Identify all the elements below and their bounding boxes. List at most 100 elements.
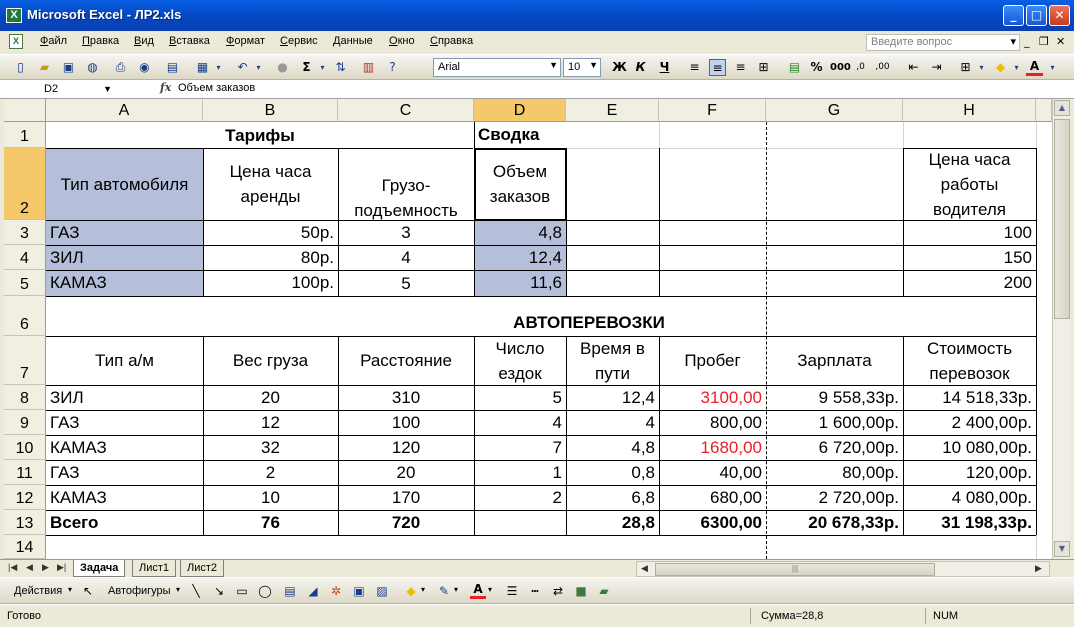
currency-icon[interactable]: ▤ <box>786 59 803 76</box>
cell-e11[interactable]: 0,8 <box>566 460 659 485</box>
fill-color-icon[interactable]: ◆ <box>992 59 1009 76</box>
menu-window[interactable]: Окно <box>389 35 415 47</box>
cell-a1-tariffs[interactable]: Тарифы <box>46 122 474 148</box>
scroll-right-icon[interactable]: ▶ <box>1035 563 1042 574</box>
cell-g12[interactable]: 2 720,00р. <box>766 485 903 510</box>
row-header-6[interactable]: 6 <box>4 296 46 336</box>
worksheet-grid[interactable]: A B C D E F G H 1 2 3 4 5 6 7 8 9 10 11 … <box>4 99 1052 559</box>
menu-help[interactable]: Справка <box>430 35 473 47</box>
cell-b7[interactable]: Вес груза <box>203 336 338 385</box>
tab-next-icon[interactable]: ▶ <box>42 562 49 573</box>
col-header-i[interactable] <box>1036 99 1052 122</box>
textbox-icon[interactable]: ▤ <box>282 583 298 599</box>
sort-ascending-icon[interactable]: ⇅ <box>332 59 349 76</box>
cell-b9[interactable]: 12 <box>203 410 338 435</box>
tab-first-icon[interactable]: |◀ <box>8 562 17 573</box>
dash-style-icon[interactable]: ┅ <box>527 583 543 599</box>
cell-f10[interactable]: 1680,00 <box>659 435 766 460</box>
name-box-dropdown-icon[interactable]: ▼ <box>103 81 112 97</box>
cell-b2[interactable]: Цена часа аренды <box>203 148 338 220</box>
percent-icon[interactable]: % <box>808 59 825 76</box>
increase-indent-icon[interactable]: ⇥ <box>928 59 945 76</box>
align-center-icon[interactable]: ≡ <box>709 59 726 76</box>
align-right-icon[interactable]: ≡ <box>732 59 749 76</box>
font-size-select[interactable]: 10 ▼ <box>563 58 601 77</box>
cell-g8[interactable]: 9 558,33р. <box>766 385 903 410</box>
draw-fill-color-icon[interactable]: ◆ <box>403 583 419 599</box>
line-color-dropdown-icon[interactable]: ▾ <box>454 585 458 594</box>
close-button[interactable]: ✕ <box>1049 5 1070 26</box>
cell-h11[interactable]: 120,00р. <box>903 460 1036 485</box>
paste-dropdown-icon[interactable]: ▾ <box>210 59 227 76</box>
minimize-button[interactable]: _ <box>1003 5 1024 26</box>
cell-g13[interactable]: 20 678,33р. <box>766 510 903 535</box>
formula-input[interactable]: Объем заказов <box>178 82 255 94</box>
font-size-dropdown-icon[interactable]: ▼ <box>589 60 598 70</box>
row-header-10[interactable]: 10 <box>4 435 46 460</box>
row-header-9[interactable]: 9 <box>4 410 46 435</box>
comma-style-icon[interactable]: 000 <box>830 59 851 76</box>
save-icon[interactable]: ▣ <box>60 59 77 76</box>
menu-edit[interactable]: Правка <box>82 35 119 47</box>
cell-a5[interactable]: КАМАЗ <box>46 270 203 296</box>
autosum-icon[interactable]: Σ <box>298 59 315 76</box>
italic-button[interactable]: К <box>632 59 649 76</box>
fill-color-dropdown-icon[interactable]: ▾ <box>1008 59 1025 76</box>
cell-d5[interactable]: 11,6 <box>474 270 566 296</box>
oval-icon[interactable]: ◯ <box>257 583 273 599</box>
cell-h12[interactable]: 4 080,00р. <box>903 485 1036 510</box>
cell-d10[interactable]: 7 <box>474 435 566 460</box>
hyperlink-icon[interactable]: ● <box>274 59 291 76</box>
decrease-indent-icon[interactable]: ⇤ <box>905 59 922 76</box>
insert-function-icon[interactable]: fx <box>160 81 171 94</box>
shadow-style-icon[interactable]: ■ <box>573 583 589 599</box>
font-color-dropdown-icon[interactable]: ▾ <box>1044 59 1061 76</box>
cell-e13[interactable]: 28,8 <box>566 510 659 535</box>
row-header-3[interactable]: 3 <box>4 220 46 245</box>
actions-menu[interactable]: Действия <box>14 585 62 597</box>
font-name-dropdown-icon[interactable]: ▼ <box>549 60 558 70</box>
paste-icon[interactable]: ▦ <box>194 59 211 76</box>
cell-f7[interactable]: Пробег <box>659 336 766 385</box>
cell-a10[interactable]: КАМАЗ <box>46 435 203 460</box>
cell-g11[interactable]: 80,00р. <box>766 460 903 485</box>
borders-dropdown-icon[interactable]: ▾ <box>973 59 990 76</box>
cell-e12[interactable]: 6,8 <box>566 485 659 510</box>
vertical-scroll-thumb[interactable] <box>1054 119 1070 319</box>
cell-f13[interactable]: 6300,00 <box>659 510 766 535</box>
col-header-g[interactable]: G <box>766 99 903 122</box>
undo-dropdown-icon[interactable]: ▾ <box>250 59 267 76</box>
cell-c7[interactable]: Расстояние <box>338 336 474 385</box>
vertical-scrollbar[interactable]: ▲ ▼ <box>1052 99 1070 559</box>
excel-app-icon[interactable]: X <box>6 8 22 23</box>
cell-h2[interactable]: Цена часа работы водителя <box>903 148 1036 220</box>
col-header-a[interactable]: A <box>46 99 203 122</box>
cell-c12[interactable]: 170 <box>338 485 474 510</box>
underline-button[interactable]: Ч <box>656 59 673 76</box>
cell-a12[interactable]: КАМАЗ <box>46 485 203 510</box>
cell-b4[interactable]: 80р. <box>203 245 338 270</box>
cell-d1-summary[interactable]: Сводка <box>474 122 566 148</box>
cell-b8[interactable]: 20 <box>203 385 338 410</box>
row-header-7[interactable]: 7 <box>4 336 46 385</box>
select-pointer-icon[interactable]: ↖ <box>80 583 96 599</box>
menu-format[interactable]: Формат <box>226 35 265 47</box>
row-header-5[interactable]: 5 <box>4 270 46 296</box>
col-header-h[interactable]: H <box>903 99 1036 122</box>
cell-d4[interactable]: 12,4 <box>474 245 566 270</box>
cell-e9[interactable]: 4 <box>566 410 659 435</box>
col-header-b[interactable]: B <box>203 99 338 122</box>
cell-g7[interactable]: Зарплата <box>766 336 903 385</box>
actions-dropdown-icon[interactable]: ▾ <box>68 585 72 594</box>
doc-restore-icon[interactable]: ❐ <box>1039 35 1049 48</box>
tab-last-icon[interactable]: ▶| <box>57 562 66 573</box>
doc-minimize-icon[interactable]: _ <box>1024 35 1030 48</box>
picture-icon[interactable]: ▨ <box>374 583 390 599</box>
cell-a8[interactable]: ЗИЛ <box>46 385 203 410</box>
chart-wizard-icon[interactable]: ▥ <box>360 59 377 76</box>
cell-c13[interactable]: 720 <box>338 510 474 535</box>
workbook-icon[interactable]: X <box>9 34 23 49</box>
col-header-e[interactable]: E <box>566 99 659 122</box>
tab-zadacha[interactable]: Задача <box>73 560 126 577</box>
help-icon[interactable]: ? <box>384 59 401 76</box>
